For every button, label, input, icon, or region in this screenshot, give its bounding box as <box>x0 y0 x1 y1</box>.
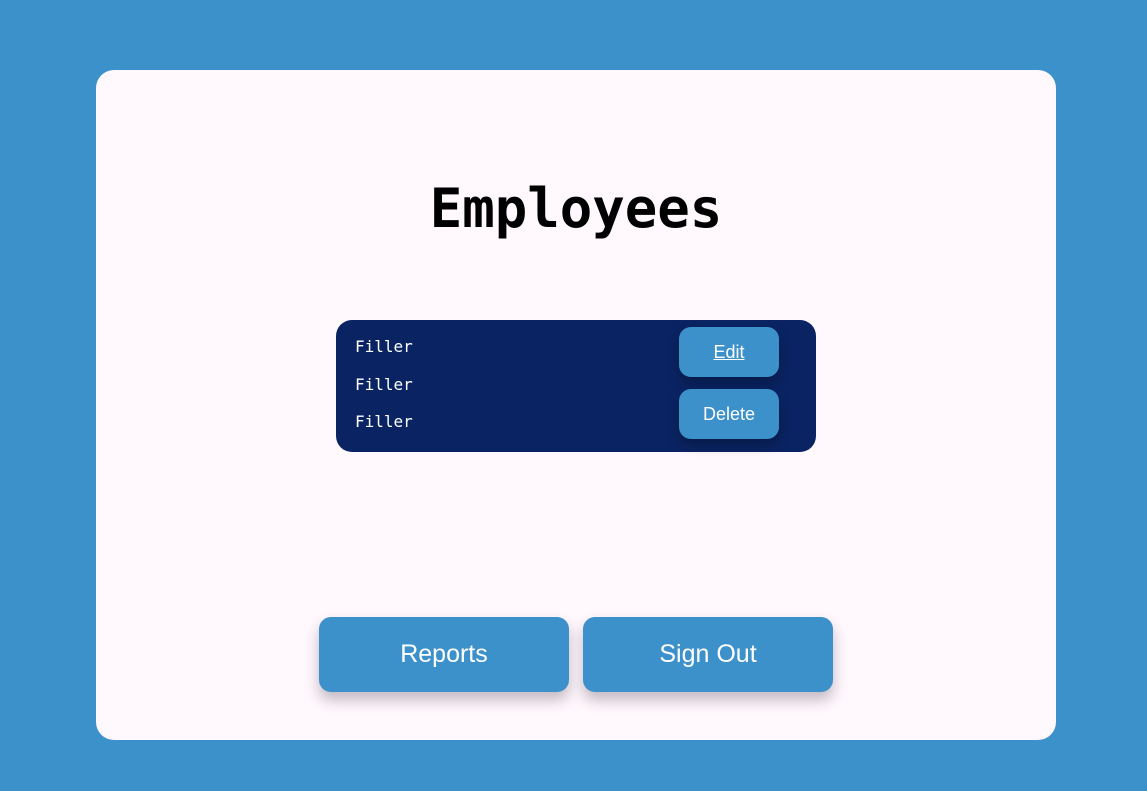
page-title: Employees <box>429 177 723 240</box>
employee-field: Filler <box>355 375 413 394</box>
edit-button[interactable]: Edit <box>679 327 779 377</box>
employee-field: Filler <box>355 412 413 431</box>
delete-button[interactable]: Delete <box>679 389 779 439</box>
employee-field: Filler <box>355 337 413 356</box>
sign-out-button[interactable]: Sign Out <box>583 617 833 692</box>
reports-button[interactable]: Reports <box>319 617 569 692</box>
main-card: Employees Filler Filler Filler Edit Dele… <box>96 70 1056 740</box>
employee-card: Filler Filler Filler Edit Delete <box>336 320 816 452</box>
